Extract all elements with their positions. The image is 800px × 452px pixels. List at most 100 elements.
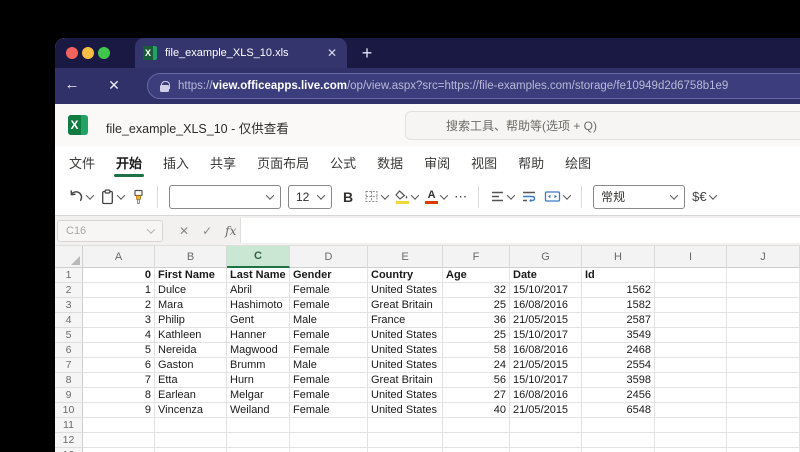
row-header-5[interactable]: 5: [55, 328, 83, 343]
cell-D13[interactable]: [290, 448, 368, 452]
cell-J11[interactable]: [727, 418, 800, 433]
new-tab-button[interactable]: +: [355, 42, 379, 64]
cell-C10[interactable]: Weiland: [227, 403, 290, 418]
cell-B8[interactable]: Etta: [155, 373, 227, 388]
cell-H8[interactable]: 3598: [582, 373, 655, 388]
cell-G10[interactable]: 21/05/2015: [510, 403, 582, 418]
cell-F7[interactable]: 24: [443, 358, 510, 373]
cell-B4[interactable]: Philip: [155, 313, 227, 328]
row-header-3[interactable]: 3: [55, 298, 83, 313]
cell-C9[interactable]: Melgar: [227, 388, 290, 403]
cell-J1[interactable]: [727, 268, 800, 283]
column-header-I[interactable]: I: [655, 246, 727, 268]
cell-I6[interactable]: [655, 343, 727, 358]
merge-center-button[interactable]: [544, 190, 572, 203]
cell-E1[interactable]: Country: [368, 268, 443, 283]
cell-D9[interactable]: Female: [290, 388, 368, 403]
cell-H10[interactable]: 6548: [582, 403, 655, 418]
number-format-select[interactable]: 常规: [593, 184, 686, 209]
cell-I3[interactable]: [655, 298, 727, 313]
row-header-11[interactable]: 11: [55, 418, 83, 433]
cell-E3[interactable]: Great Britain: [368, 298, 443, 313]
row-header-10[interactable]: 10: [55, 403, 83, 418]
cell-A4[interactable]: 3: [83, 313, 155, 328]
alignment-button[interactable]: [490, 190, 516, 203]
cell-E6[interactable]: United States: [368, 343, 443, 358]
currency-format-button[interactable]: $€: [692, 189, 717, 204]
ribbon-tab-4[interactable]: 页面布局: [255, 147, 311, 178]
cell-E4[interactable]: France: [368, 313, 443, 328]
cell-J9[interactable]: [727, 388, 800, 403]
cell-E9[interactable]: United States: [368, 388, 443, 403]
cell-B12[interactable]: [155, 433, 227, 448]
cell-I8[interactable]: [655, 373, 727, 388]
formula-input[interactable]: [240, 218, 800, 243]
ribbon-tab-3[interactable]: 共享: [208, 147, 238, 178]
row-header-13[interactable]: 13: [55, 448, 83, 452]
cell-F8[interactable]: 56: [443, 373, 510, 388]
ribbon-tab-1[interactable]: 开始: [114, 147, 145, 178]
minimize-window-button[interactable]: [82, 47, 94, 59]
cell-C13[interactable]: [227, 448, 290, 452]
ribbon-tab-5[interactable]: 公式: [328, 147, 358, 178]
row-header-7[interactable]: 7: [55, 358, 83, 373]
format-painter-button[interactable]: [131, 189, 146, 205]
cell-C11[interactable]: [227, 418, 290, 433]
cell-J6[interactable]: [727, 343, 800, 358]
cell-G11[interactable]: [510, 418, 582, 433]
ribbon-tab-0[interactable]: 文件: [67, 147, 97, 178]
cell-B7[interactable]: Gaston: [155, 358, 227, 373]
cell-E8[interactable]: Great Britain: [368, 373, 443, 388]
cell-D5[interactable]: Female: [290, 328, 368, 343]
row-header-1[interactable]: 1: [55, 268, 83, 283]
cell-F2[interactable]: 32: [443, 283, 510, 298]
column-header-H[interactable]: H: [582, 246, 655, 268]
cell-I12[interactable]: [655, 433, 727, 448]
cell-C8[interactable]: Hurn: [227, 373, 290, 388]
back-button[interactable]: ←: [61, 76, 83, 93]
cell-D4[interactable]: Male: [290, 313, 368, 328]
cell-J7[interactable]: [727, 358, 800, 373]
bold-button[interactable]: B: [339, 189, 357, 205]
ribbon-tab-9[interactable]: 帮助: [516, 147, 546, 178]
cell-E10[interactable]: United States: [368, 403, 443, 418]
name-box[interactable]: C16: [57, 220, 163, 242]
cell-G12[interactable]: [510, 433, 582, 448]
column-header-J[interactable]: J: [727, 246, 800, 268]
cell-J12[interactable]: [727, 433, 800, 448]
cell-J2[interactable]: [727, 283, 800, 298]
cell-I1[interactable]: [655, 268, 727, 283]
cell-B5[interactable]: Kathleen: [155, 328, 227, 343]
cell-D1[interactable]: Gender: [290, 268, 368, 283]
cell-D8[interactable]: Female: [290, 373, 368, 388]
undo-button[interactable]: [68, 189, 95, 205]
cell-F5[interactable]: 25: [443, 328, 510, 343]
column-header-D[interactable]: D: [290, 246, 368, 268]
ribbon-tab-8[interactable]: 视图: [469, 147, 499, 178]
cell-J13[interactable]: [727, 448, 800, 452]
cell-D6[interactable]: Female: [290, 343, 368, 358]
row-header-6[interactable]: 6: [55, 343, 83, 358]
cell-H7[interactable]: 2554: [582, 358, 655, 373]
row-header-4[interactable]: 4: [55, 313, 83, 328]
cell-G4[interactable]: 21/05/2015: [510, 313, 582, 328]
cell-F6[interactable]: 58: [443, 343, 510, 358]
cell-A13[interactable]: [83, 448, 155, 452]
paste-button[interactable]: [100, 188, 126, 205]
cell-B1[interactable]: First Name: [155, 268, 227, 283]
cell-C1[interactable]: Last Name: [227, 268, 290, 283]
cell-J10[interactable]: [727, 403, 800, 418]
enter-icon[interactable]: ✓: [202, 224, 212, 238]
cell-E5[interactable]: United States: [368, 328, 443, 343]
cell-G7[interactable]: 21/05/2015: [510, 358, 582, 373]
cell-H4[interactable]: 2587: [582, 313, 655, 328]
row-header-2[interactable]: 2: [55, 283, 83, 298]
cell-E13[interactable]: [368, 448, 443, 452]
cell-F12[interactable]: [443, 433, 510, 448]
browser-tab[interactable]: file_example_XLS_10.xls ✕: [135, 38, 347, 68]
cell-H1[interactable]: Id: [582, 268, 655, 283]
select-all-corner[interactable]: [55, 246, 83, 268]
cell-D3[interactable]: Female: [290, 298, 368, 313]
row-header-12[interactable]: 12: [55, 433, 83, 448]
cell-B2[interactable]: Dulce: [155, 283, 227, 298]
